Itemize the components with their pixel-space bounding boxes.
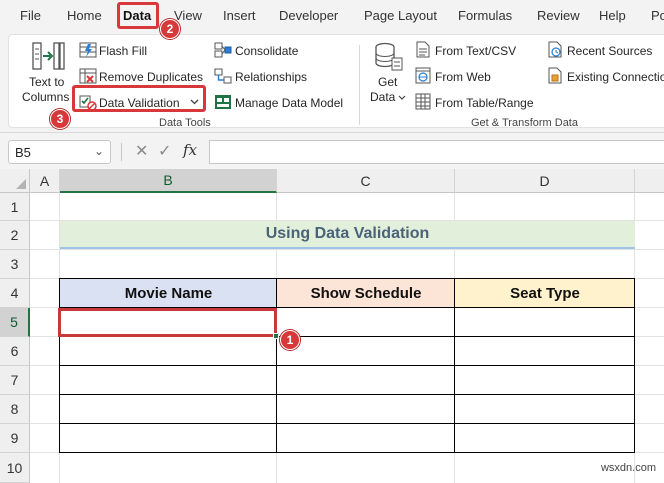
- get-data-label-1[interactable]: Get: [378, 75, 397, 89]
- recent-sources-button[interactable]: Recent Sources: [567, 44, 652, 58]
- formula-separator: [121, 143, 122, 161]
- manage-data-model-icon[interactable]: [214, 94, 232, 110]
- name-box[interactable]: B5 ⌄: [8, 140, 111, 164]
- enter-check-icon[interactable]: ✓: [158, 141, 171, 161]
- table-border: [59, 394, 635, 395]
- cancel-icon[interactable]: ✕: [135, 141, 148, 161]
- worksheet-grid: A B C D 1 2 3 4 5 6 7 8 9 10 Using Data …: [0, 169, 664, 483]
- gridline: [30, 249, 664, 250]
- header-show-schedule[interactable]: Show Schedule: [277, 279, 455, 308]
- text-to-columns-label-2[interactable]: Columns: [22, 90, 69, 104]
- step-badge-3: 3: [50, 109, 70, 129]
- flash-fill-icon[interactable]: [79, 42, 97, 58]
- remove-duplicates-icon[interactable]: [79, 68, 97, 84]
- row-header-4[interactable]: 4: [0, 279, 30, 308]
- table-border: [276, 278, 277, 453]
- fill-handle[interactable]: [273, 333, 279, 339]
- chevron-down-icon[interactable]: ⌄: [94, 144, 104, 158]
- ribbon-panel: Text to Columns Flash Fill Remove Duplic…: [8, 34, 664, 129]
- recent-sources-icon[interactable]: [547, 41, 563, 58]
- column-header-e[interactable]: [635, 169, 664, 193]
- column-header-a[interactable]: A: [30, 169, 60, 193]
- insert-function-button[interactable]: fx: [183, 141, 197, 159]
- from-table-range-button[interactable]: From Table/Range: [435, 96, 534, 110]
- step-badge-1: 1: [280, 330, 300, 350]
- table-border: [59, 452, 635, 453]
- from-text-csv-button[interactable]: From Text/CSV: [435, 44, 516, 58]
- formula-bar: B5 ⌄ ✕ ✓ fx: [0, 133, 664, 169]
- menu-overflow[interactable]: Po: [651, 8, 664, 23]
- existing-connections-button[interactable]: Existing Connectio: [567, 70, 664, 84]
- row-header-8[interactable]: 8: [0, 395, 30, 424]
- get-data-label-2[interactable]: Data: [370, 90, 395, 104]
- relationships-icon[interactable]: [214, 68, 232, 84]
- step-badge-2: 2: [160, 19, 180, 39]
- chevron-down-icon[interactable]: [398, 95, 406, 100]
- web-page-icon[interactable]: [415, 67, 431, 84]
- remove-duplicates-button[interactable]: Remove Duplicates: [99, 70, 203, 84]
- header-seat-type[interactable]: Seat Type: [455, 279, 635, 308]
- ribbon-separator: [359, 45, 360, 125]
- select-all-corner[interactable]: [0, 169, 30, 193]
- row-header-7[interactable]: 7: [0, 366, 30, 395]
- name-box-value: B5: [15, 145, 31, 160]
- selected-cell-b5[interactable]: [58, 308, 277, 337]
- column-header-b[interactable]: B: [60, 169, 277, 193]
- ribbon: Text to Columns Flash Fill Remove Duplic…: [0, 30, 664, 133]
- database-icon[interactable]: [373, 41, 403, 71]
- row-header-10[interactable]: 10: [0, 453, 30, 483]
- column-header-d[interactable]: D: [455, 169, 635, 193]
- text-to-columns-label-1[interactable]: Text to: [29, 75, 64, 89]
- header-movie-name[interactable]: Movie Name: [60, 279, 277, 308]
- highlight-data-validation: [72, 85, 206, 112]
- formula-input[interactable]: [209, 140, 664, 164]
- menu-view[interactable]: View: [174, 8, 202, 23]
- menu-developer[interactable]: Developer: [279, 8, 338, 23]
- menu-insert[interactable]: Insert: [223, 8, 256, 23]
- menu-bar: File Home Data View Insert Developer Pag…: [0, 0, 664, 30]
- flash-fill-button[interactable]: Flash Fill: [99, 44, 147, 58]
- menu-help[interactable]: Help: [599, 8, 626, 23]
- row-header-2[interactable]: 2: [0, 221, 30, 250]
- consolidate-icon[interactable]: [214, 42, 232, 58]
- row-header-3[interactable]: 3: [0, 250, 30, 279]
- menu-file[interactable]: File: [20, 8, 41, 23]
- row-header-9[interactable]: 9: [0, 424, 30, 453]
- text-to-columns-icon[interactable]: [31, 41, 65, 71]
- row-header-6[interactable]: 6: [0, 337, 30, 366]
- table-border: [59, 278, 635, 279]
- table-border: [634, 278, 635, 453]
- from-web-button[interactable]: From Web: [435, 70, 491, 84]
- menu-page-layout[interactable]: Page Layout: [364, 8, 437, 23]
- manage-data-model-button[interactable]: Manage Data Model: [235, 96, 343, 110]
- table-border: [59, 423, 635, 424]
- consolidate-button[interactable]: Consolidate: [235, 44, 298, 58]
- table-border: [59, 365, 635, 366]
- text-file-icon[interactable]: [415, 41, 431, 58]
- relationships-button[interactable]: Relationships: [235, 70, 307, 84]
- table-border: [454, 278, 455, 453]
- highlight-data-tab: [117, 2, 159, 29]
- row-header-5[interactable]: 5: [0, 308, 30, 337]
- menu-home[interactable]: Home: [67, 8, 102, 23]
- menu-review[interactable]: Review: [537, 8, 580, 23]
- get-transform-group-label: Get & Transform Data: [471, 117, 578, 129]
- table-border: [59, 278, 60, 453]
- table-range-icon[interactable]: [415, 93, 431, 110]
- sheet-title[interactable]: Using Data Validation: [60, 221, 635, 249]
- watermark: wsxdn.com: [600, 462, 656, 474]
- column-header-c[interactable]: C: [277, 169, 455, 193]
- menu-formulas[interactable]: Formulas: [458, 8, 512, 23]
- row-header-1[interactable]: 1: [0, 193, 30, 221]
- existing-connections-icon[interactable]: [547, 67, 563, 84]
- data-tools-group-label: Data Tools: [159, 117, 211, 129]
